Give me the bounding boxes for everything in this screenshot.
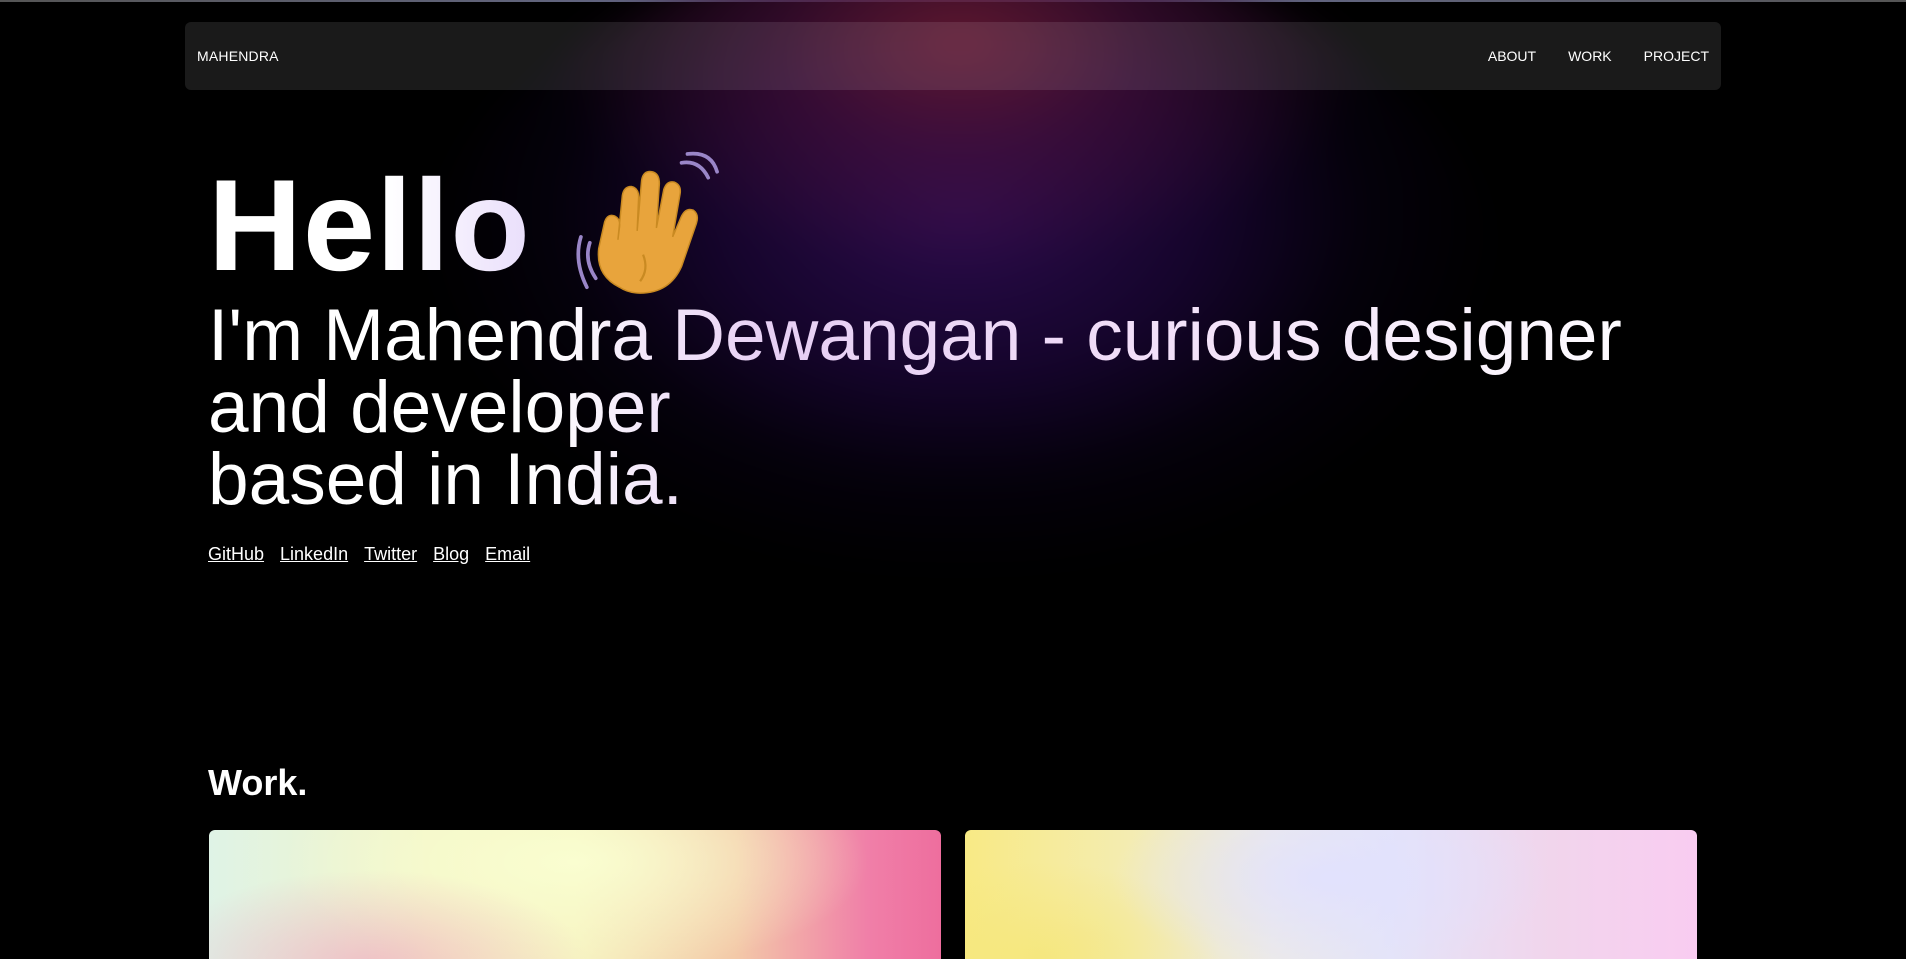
hero-section: Hello I'm Mahendra Dewangan - curious de… bbox=[208, 150, 1708, 565]
greeting-heading: Hello bbox=[208, 152, 531, 298]
brand-logo-text[interactable]: MAHENDRA bbox=[197, 48, 279, 64]
nav-links: ABOUT WORK PROJECT bbox=[1488, 48, 1709, 64]
social-links: GitHub LinkedIn Twitter Blog Email bbox=[208, 544, 1708, 565]
work-card[interactable] bbox=[965, 830, 1697, 959]
work-section-title: Work. bbox=[208, 762, 308, 803]
link-github[interactable]: GitHub bbox=[208, 544, 264, 565]
nav-link-about[interactable]: ABOUT bbox=[1488, 48, 1536, 64]
work-card[interactable] bbox=[209, 830, 941, 959]
intro-line: and developer bbox=[208, 367, 671, 448]
waving-hand-icon bbox=[576, 151, 719, 294]
nav-link-work[interactable]: WORK bbox=[1568, 48, 1612, 64]
link-blog[interactable]: Blog bbox=[433, 544, 469, 565]
page: MAHENDRA ABOUT WORK PROJECT Hello I'm Ma… bbox=[0, 0, 1906, 959]
intro-line: based in India. bbox=[208, 439, 683, 520]
navbar: MAHENDRA ABOUT WORK PROJECT bbox=[185, 22, 1721, 90]
intro-line: I'm Mahendra Dewangan - curious designer bbox=[208, 295, 1622, 376]
nav-link-project[interactable]: PROJECT bbox=[1644, 48, 1709, 64]
link-email[interactable]: Email bbox=[485, 544, 530, 565]
link-linkedin[interactable]: LinkedIn bbox=[280, 544, 348, 565]
intro-text: I'm Mahendra Dewangan - curious designer… bbox=[208, 300, 1688, 516]
link-twitter[interactable]: Twitter bbox=[364, 544, 417, 565]
greeting-row: Hello bbox=[208, 150, 1708, 300]
